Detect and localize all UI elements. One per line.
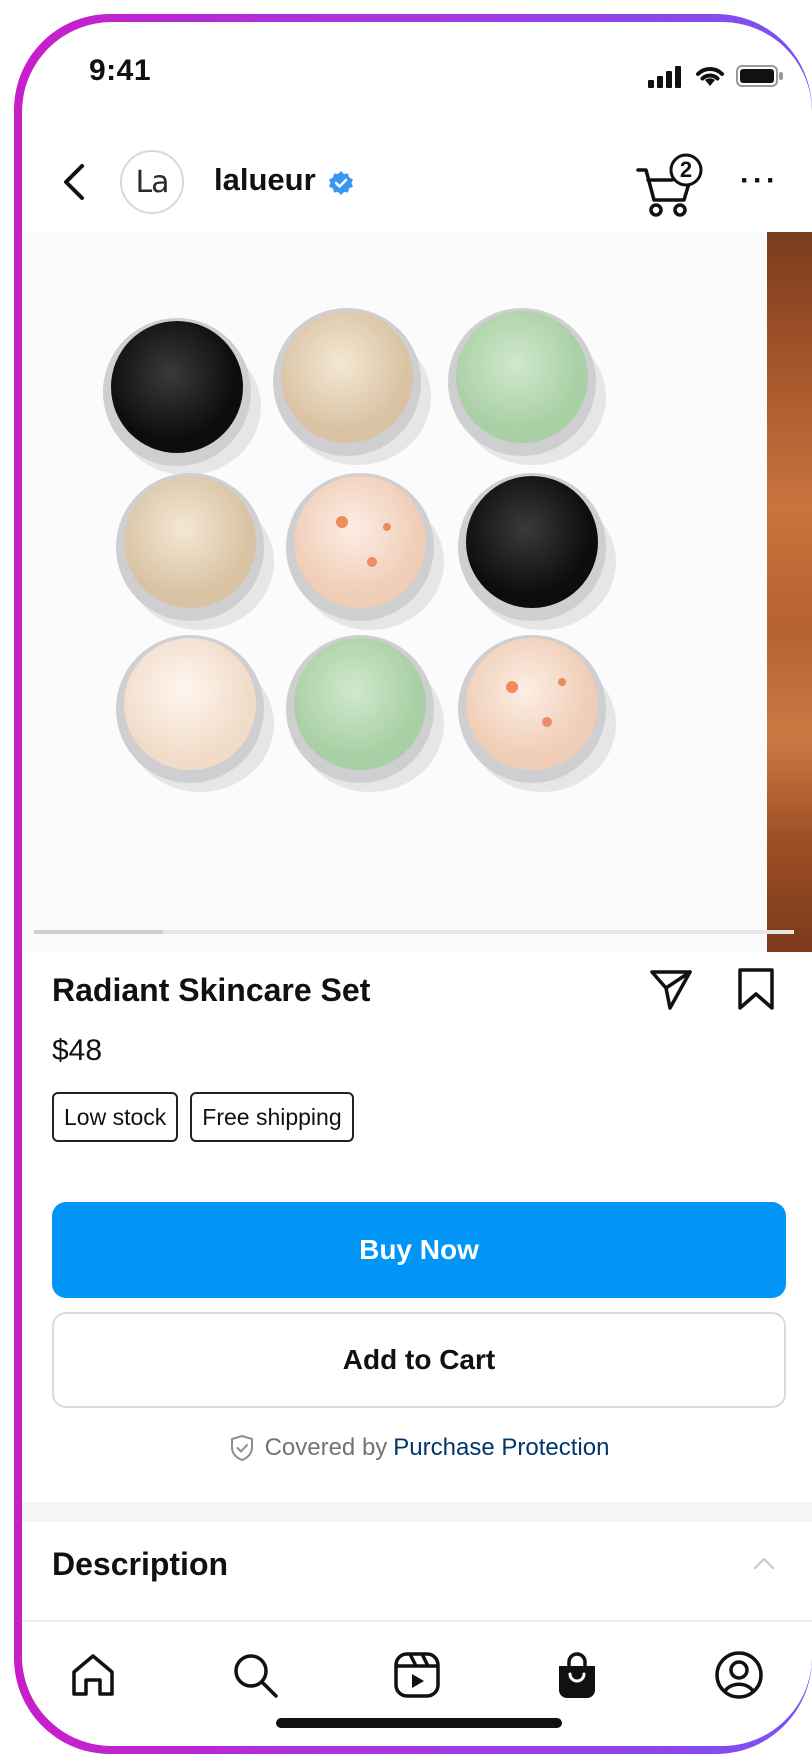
purchase-protection: Covered by Purchase Protection: [22, 1434, 812, 1462]
section-divider: [22, 1502, 812, 1522]
add-to-cart-button[interactable]: Add to Cart: [52, 1312, 786, 1408]
product-image[interactable]: [22, 232, 767, 952]
chevron-left-icon[interactable]: [56, 162, 96, 202]
more-horizontal-icon[interactable]: ···: [740, 166, 779, 196]
next-image-peek[interactable]: [767, 232, 812, 952]
search-icon[interactable]: [228, 1648, 282, 1702]
gallery-progress-fill: [34, 930, 163, 934]
status-icons: [648, 64, 784, 88]
wifi-icon: [696, 67, 724, 86]
description-heading[interactable]: Description: [52, 1546, 228, 1583]
shop-icon[interactable]: [550, 1648, 604, 1702]
account-handle[interactable]: lalueur: [214, 162, 316, 198]
chevron-up-icon[interactable]: [752, 1554, 776, 1572]
avatar[interactable]: La: [120, 150, 184, 214]
status-bar: 9:41: [22, 22, 812, 132]
home-icon[interactable]: [66, 1648, 120, 1702]
badge-free-shipping: Free shipping: [190, 1092, 354, 1142]
signal-icon: [648, 66, 681, 88]
home-indicator: [276, 1718, 562, 1728]
skincare-jars-image: [103, 308, 616, 792]
cart-button[interactable]: 2: [632, 150, 708, 218]
reels-icon[interactable]: [390, 1648, 444, 1702]
badge-low-stock: Low stock: [52, 1092, 179, 1142]
send-icon[interactable]: [648, 968, 694, 1012]
profile-header: La lalueur 2 ···: [22, 132, 812, 234]
product-price: $48: [52, 1034, 103, 1067]
product-gallery[interactable]: [22, 232, 812, 952]
screen: 9:41 La lalueur 2 ··· Radiant Skincare S…: [22, 22, 812, 1746]
protection-prefix: Covered by: [264, 1434, 388, 1461]
battery-icon: [736, 65, 783, 87]
status-time: 9:41: [89, 54, 152, 87]
verified-badge-icon: [329, 171, 353, 195]
product-badges: Low stock Free shipping: [52, 1092, 354, 1142]
buy-now-button[interactable]: Buy Now: [52, 1202, 786, 1298]
profile-icon[interactable]: [712, 1648, 766, 1702]
purchase-protection-link[interactable]: Purchase Protection: [393, 1434, 609, 1462]
product-title: Radiant Skincare Set: [52, 972, 371, 1008]
cart-count-badge: 2: [679, 157, 693, 182]
bookmark-icon[interactable]: [736, 966, 776, 1012]
shield-check-icon: [230, 1435, 253, 1461]
